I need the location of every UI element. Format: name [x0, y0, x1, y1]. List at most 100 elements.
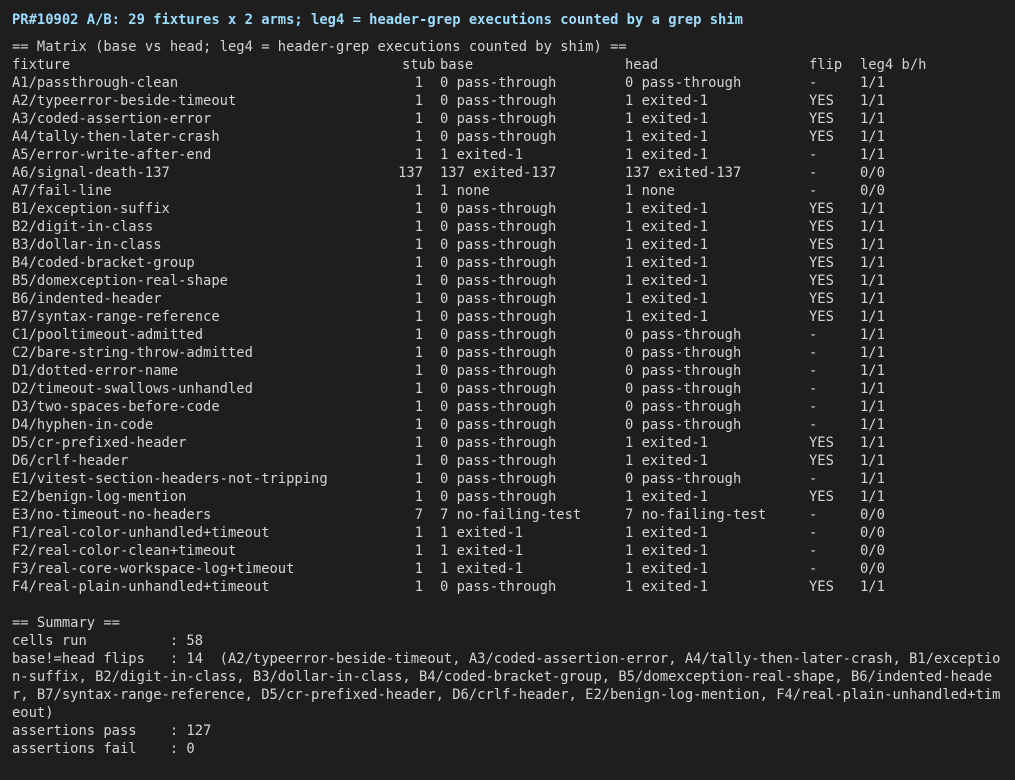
cell-head: 0 pass-through: [625, 399, 742, 415]
cell-flip: YES: [809, 237, 834, 253]
cell-head: 1 exited-1: [625, 129, 709, 145]
cell-fixture: A2/typeerror-beside-timeout: [12, 93, 237, 109]
cell-base: 0 pass-through: [440, 291, 557, 307]
table-row: B1/exception-suffix 1 0 pass-through 1 exit…: [12, 200, 1015, 218]
cell-base: 7 no-failing-test: [440, 507, 582, 523]
cell-base: 0 pass-through: [440, 363, 557, 379]
cell-flip: -: [809, 363, 818, 379]
cell-leg4: 1/1: [860, 129, 885, 145]
col-header-flip: flip: [809, 57, 843, 73]
cell-leg4: 0/0: [860, 183, 885, 199]
table-row: C2/bare-string-throw-admitted 1 0 pass-thr…: [12, 344, 1015, 362]
cell-leg4: 1/1: [860, 237, 885, 253]
table-row: A2/typeerror-beside-timeout 1 0 pass-throu…: [12, 92, 1015, 110]
cell-stub: 1: [414, 525, 423, 541]
cell-fixture: D1/dotted-error-name: [12, 363, 179, 379]
cell-leg4: 1/1: [860, 75, 885, 91]
cell-fixture: D5/cr-prefixed-header: [12, 435, 187, 451]
table-row: A7/fail-line 1 1 none 1 none - 0/0: [12, 182, 1015, 200]
cell-leg4: 1/1: [860, 471, 885, 487]
cell-flip: -: [809, 183, 818, 199]
table-row: D5/cr-prefixed-header 1 0 pass-through 1 ex…: [12, 434, 1015, 452]
table-row: D4/hyphen-in-code 1 0 pass-through 0 pass-t…: [12, 416, 1015, 434]
cell-leg4: 1/1: [860, 435, 885, 451]
cell-flip: -: [809, 327, 818, 343]
cell-stub: 1: [414, 345, 423, 361]
cell-leg4: 0/0: [860, 525, 885, 541]
cell-base: 0 pass-through: [440, 111, 557, 127]
table-row: F4/real-plain-unhandled+timeout 1 0 pass-t…: [12, 578, 1015, 596]
cell-stub: 1: [414, 147, 423, 163]
cell-fixture: D3/two-spaces-before-code: [12, 399, 220, 415]
cell-stub: 1: [414, 93, 423, 109]
cell-leg4: 0/0: [860, 507, 885, 523]
cell-flip: YES: [809, 309, 834, 325]
cell-fixture: D4/hyphen-in-code: [12, 417, 154, 433]
table-row: B4/coded-bracket-group 1 0 pass-through 1 e…: [12, 254, 1015, 272]
cell-head: 0 pass-through: [625, 417, 742, 433]
cell-flip: -: [809, 345, 818, 361]
cell-fixture: D6/crlf-header: [12, 453, 129, 469]
table-row: D3/two-spaces-before-code 1 0 pass-through…: [12, 398, 1015, 416]
cell-flip: YES: [809, 489, 834, 505]
cell-base: 0 pass-through: [440, 471, 557, 487]
cell-fixture: A3/coded-assertion-error: [12, 111, 212, 127]
cell-stub: 1: [414, 453, 423, 469]
cell-head: 7 no-failing-test: [625, 507, 767, 523]
cell-fixture: E2/benign-log-mention: [12, 489, 187, 505]
summary-assertions-pass: assertions pass : 127: [12, 723, 212, 739]
cell-flip: YES: [809, 219, 834, 235]
table-row: D6/crlf-header 1 0 pass-through 1 exited-1 Y…: [12, 452, 1015, 470]
table-row: F2/real-color-clean+timeout 1 1 exited-1 1 …: [12, 542, 1015, 560]
cell-leg4: 0/0: [860, 543, 885, 559]
cell-fixture: F3/real-core-workspace-log+timeout: [12, 561, 295, 577]
cell-fixture: A7/fail-line: [12, 183, 112, 199]
cell-flip: -: [809, 471, 818, 487]
cell-base: 1 exited-1: [440, 147, 524, 163]
cell-head: 0 pass-through: [625, 381, 742, 397]
cell-fixture: F4/real-plain-unhandled+timeout: [12, 579, 270, 595]
cell-stub: 1: [414, 201, 423, 217]
table-row: A4/tally-then-later-crash 1 0 pass-through…: [12, 128, 1015, 146]
cell-stub: 1: [414, 273, 423, 289]
cell-flip: YES: [809, 453, 834, 469]
matrix-header-row: fixture stub base head flip leg4 b/h: [12, 56, 1015, 74]
cell-fixture: A4/tally-then-later-crash: [12, 129, 220, 145]
cell-base: 0 pass-through: [440, 75, 557, 91]
col-header-leg4: leg4 b/h: [860, 57, 927, 73]
cell-stub: 1: [414, 399, 423, 415]
cell-head: 1 exited-1: [625, 579, 709, 595]
cell-base: 1 exited-1: [440, 561, 524, 577]
table-row: A1/passthrough-clean 1 0 pass-through 0 pas…: [12, 74, 1015, 92]
cell-flip: YES: [809, 291, 834, 307]
cell-stub: 1: [414, 75, 423, 91]
cell-fixture: B7/syntax-range-reference: [12, 309, 220, 325]
cell-flip: YES: [809, 255, 834, 271]
cell-flip: -: [809, 543, 818, 559]
cell-fixture: B4/coded-bracket-group: [12, 255, 195, 271]
cell-stub: 1: [414, 381, 423, 397]
cell-fixture: C2/bare-string-throw-admitted: [12, 345, 253, 361]
cell-flip: YES: [809, 129, 834, 145]
cell-base: 0 pass-through: [440, 453, 557, 469]
cell-base: 1 exited-1: [440, 525, 524, 541]
cell-fixture: E1/vitest-section-headers-not-tripping: [12, 471, 328, 487]
cell-stub: 1: [414, 579, 423, 595]
cell-fixture: E3/no-timeout-no-headers: [12, 507, 212, 523]
cell-flip: YES: [809, 201, 834, 217]
cell-stub: 1: [414, 561, 423, 577]
cell-leg4: 1/1: [860, 417, 885, 433]
cell-leg4: 1/1: [860, 489, 885, 505]
col-header-head: head: [625, 57, 659, 73]
col-header-base: base: [440, 57, 474, 73]
cell-stub: 1: [414, 129, 423, 145]
table-row: C1/pooltimeout-admitted 1 0 pass-through 0 …: [12, 326, 1015, 344]
cell-head: 1 exited-1: [625, 201, 709, 217]
cell-stub: 1: [414, 543, 423, 559]
cell-head: 1 exited-1: [625, 111, 709, 127]
cell-head: 1 exited-1: [625, 489, 709, 505]
cell-fixture: A5/error-write-after-end: [12, 147, 212, 163]
cell-head: 1 exited-1: [625, 309, 709, 325]
cell-fixture: B5/domexception-real-shape: [12, 273, 228, 289]
